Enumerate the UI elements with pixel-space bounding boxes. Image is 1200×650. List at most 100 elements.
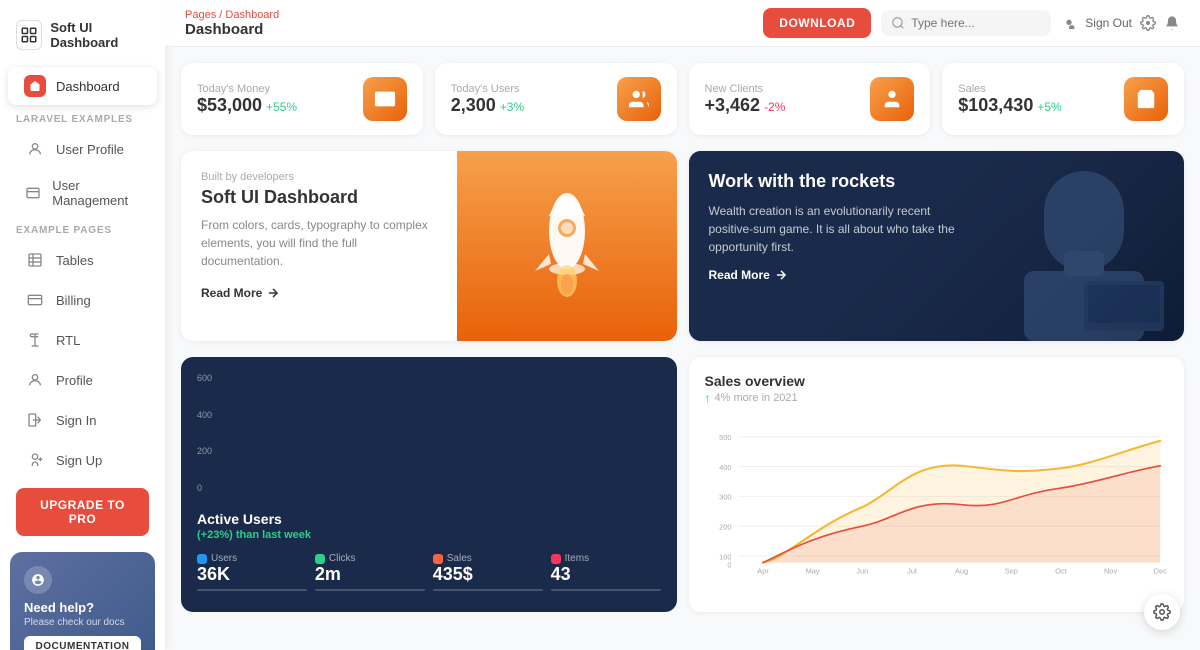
bell-icon[interactable]	[1164, 15, 1180, 31]
dark-card: Work with the rockets Wealth creation is…	[689, 151, 1185, 341]
rocket-image	[457, 151, 677, 341]
stat-label: Sales	[958, 83, 1061, 95]
sidebar-item-sign-up[interactable]: Sign Up	[8, 441, 157, 479]
metric-value: 2m	[315, 564, 425, 585]
sidebar-item-user-management[interactable]: User Management	[8, 170, 157, 216]
sidebar-item-label: Dashboard	[56, 79, 120, 94]
stat-info-sales: Sales $103,430 +5%	[958, 83, 1061, 116]
bar-chart-area	[224, 373, 310, 493]
sign-in-icon	[24, 409, 46, 431]
clients-icon-container	[870, 77, 914, 121]
rocket-card-text: Built by developers Soft UI Dashboard Fr…	[181, 151, 457, 341]
sidebar-item-label: Sign In	[56, 413, 96, 428]
sales-icon-container	[1124, 77, 1168, 121]
money-icon-container	[363, 77, 407, 121]
search-icon	[891, 16, 905, 30]
active-users-info: Active Users (+23%) than last week Users…	[197, 511, 661, 591]
up-arrow: ↑	[705, 391, 711, 405]
rocket-read-more[interactable]: Read More	[201, 286, 437, 300]
built-by-label: Built by developers	[201, 171, 437, 183]
stat-change: -2%	[764, 100, 785, 114]
sign-up-icon	[24, 449, 46, 471]
stat-label: Today's Users	[451, 83, 524, 95]
user-management-icon	[24, 182, 42, 204]
header-actions: Sign Out	[1061, 15, 1180, 31]
breadcrumb-current: Dashboard	[225, 9, 279, 21]
stat-card-money: Today's Money $53,000 +55%	[181, 63, 423, 135]
settings-fab[interactable]	[1144, 594, 1180, 630]
y-label-200: 200	[197, 446, 212, 456]
sidebar-item-label: Tables	[56, 253, 94, 268]
sidebar-item-rtl[interactable]: RTL	[8, 321, 157, 359]
metric-value: 43	[551, 564, 661, 585]
rocket-card-title: Soft UI Dashboard	[201, 187, 437, 208]
svg-text:500: 500	[719, 433, 731, 442]
sidebar-item-tables[interactable]: Tables	[8, 241, 157, 279]
sales-icon	[1135, 88, 1157, 110]
header: Pages / Dashboard Dashboard DOWNLOAD Sig…	[165, 0, 1200, 47]
metric-dot	[197, 554, 207, 564]
svg-text:Jun: Jun	[856, 566, 868, 575]
svg-text:Aug: Aug	[954, 566, 967, 575]
middle-row: Built by developers Soft UI Dashboard Fr…	[181, 151, 1184, 341]
sidebar-item-profile[interactable]: Profile	[8, 361, 157, 399]
settings-icon[interactable]	[1140, 15, 1156, 31]
sales-line-chart: 500 400 300 200 100 0 Apr May Jun Jul Au…	[705, 413, 1169, 593]
stats-row: Today's Money $53,000 +55% Today's Users…	[181, 63, 1184, 135]
svg-text:300: 300	[719, 493, 731, 502]
metric-dot	[433, 554, 443, 564]
stat-info-users: Today's Users 2,300 +3%	[451, 83, 524, 116]
metric-label: Items	[551, 553, 661, 564]
bar-chart-inner: 600 400 200 0	[197, 373, 661, 501]
documentation-button[interactable]: DOCUMENTATION	[24, 636, 141, 650]
money-icon	[374, 88, 396, 110]
profile-icon	[24, 369, 46, 391]
sidebar-item-label: RTL	[56, 333, 80, 348]
main-content: Pages / Dashboard Dashboard DOWNLOAD Sig…	[165, 0, 1200, 650]
active-users-subtitle-text: than last week	[236, 529, 311, 541]
active-users-percent: (+23%)	[197, 529, 233, 541]
metric-label: Users	[197, 553, 307, 564]
metric-divider	[551, 589, 661, 591]
arrow-right-icon	[774, 268, 788, 282]
download-button[interactable]: DOWNLOAD	[763, 8, 871, 38]
sidebar-section-laravel: LARAVEL EXAMPLES	[0, 106, 165, 129]
active-users-subtitle: (+23%) than last week	[197, 529, 661, 541]
svg-text:Dec: Dec	[1153, 566, 1167, 575]
stat-info-clients: New Clients +3,462 -2%	[705, 83, 786, 116]
sidebar-item-dashboard[interactable]: Dashboard	[8, 67, 157, 105]
upgrade-button[interactable]: UPGRADE TO PRO	[16, 488, 149, 536]
svg-text:Oct: Oct	[1055, 566, 1068, 575]
metric-dot	[315, 554, 325, 564]
stat-change: +3%	[500, 100, 524, 114]
svg-text:0: 0	[727, 561, 731, 570]
svg-text:200: 200	[719, 522, 731, 531]
brand-title: Soft UI Dashboard	[50, 20, 149, 50]
rocket-card-desc: From colors, cards, typography to comple…	[201, 216, 437, 270]
sidebar-item-sign-in[interactable]: Sign In	[8, 401, 157, 439]
sidebar-item-billing[interactable]: Billing	[8, 281, 157, 319]
bottom-row: 600 400 200 0 Active Users (+23%) than l…	[181, 357, 1184, 612]
stat-value: $53,000	[197, 95, 262, 116]
metric-divider	[315, 589, 425, 591]
tables-icon	[24, 249, 46, 271]
sidebar-item-user-profile[interactable]: User Profile	[8, 130, 157, 168]
metrics-row: Users 36K Clicks 2m Sales 435$ Items 43	[197, 553, 661, 591]
metric-divider	[197, 589, 307, 591]
search-input[interactable]	[911, 16, 1041, 30]
dark-read-more[interactable]: Read More	[709, 256, 1165, 282]
sign-out-label[interactable]: Sign Out	[1085, 16, 1132, 30]
svg-text:400: 400	[719, 463, 731, 472]
sidebar-section-examples: EXAMPLE PAGES	[0, 217, 165, 240]
sidebar-item-label: User Management	[52, 178, 141, 208]
metric-item-clicks: Clicks 2m	[315, 553, 425, 591]
user-profile-icon	[24, 138, 46, 160]
brand-icon	[16, 20, 42, 50]
help-icon	[24, 566, 52, 594]
metric-dot	[551, 554, 561, 564]
sales-card: Sales overview ↑ 4% more in 2021 500 400…	[689, 357, 1185, 612]
y-label-0: 0	[197, 483, 212, 493]
search-box	[881, 10, 1051, 36]
stat-label: Today's Money	[197, 83, 297, 95]
header-right: DOWNLOAD Sign Out	[763, 8, 1180, 38]
